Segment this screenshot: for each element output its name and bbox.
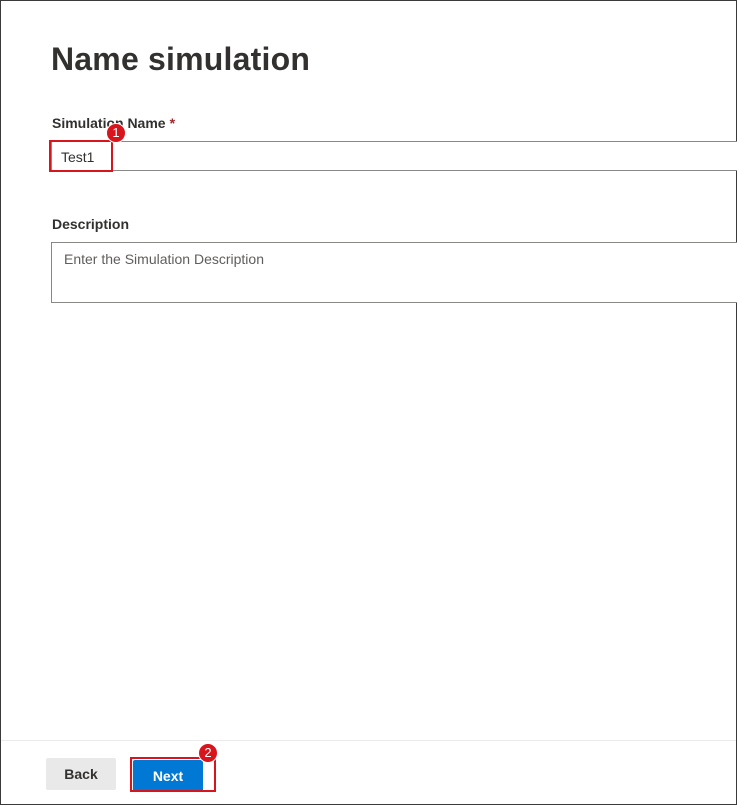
- description-textarea[interactable]: Enter the Simulation Description: [51, 242, 737, 303]
- wizard-panel: Name simulation Simulation Name * Test1 D…: [0, 0, 737, 805]
- next-button[interactable]: Next: [133, 760, 203, 792]
- description-label: Description: [52, 216, 130, 232]
- step-2-badge: 2: [198, 743, 218, 763]
- page-title: Name simulation: [51, 41, 311, 77]
- simulation-name-input[interactable]: Test1: [51, 141, 737, 171]
- simulation-name-value: Test1: [61, 149, 95, 165]
- required-marker: *: [169, 115, 176, 131]
- footer-bar: Back Next: [1, 740, 736, 804]
- back-button[interactable]: Back: [46, 758, 116, 790]
- description-placeholder: Enter the Simulation Description: [64, 251, 264, 267]
- step-1-badge: 1: [106, 123, 126, 143]
